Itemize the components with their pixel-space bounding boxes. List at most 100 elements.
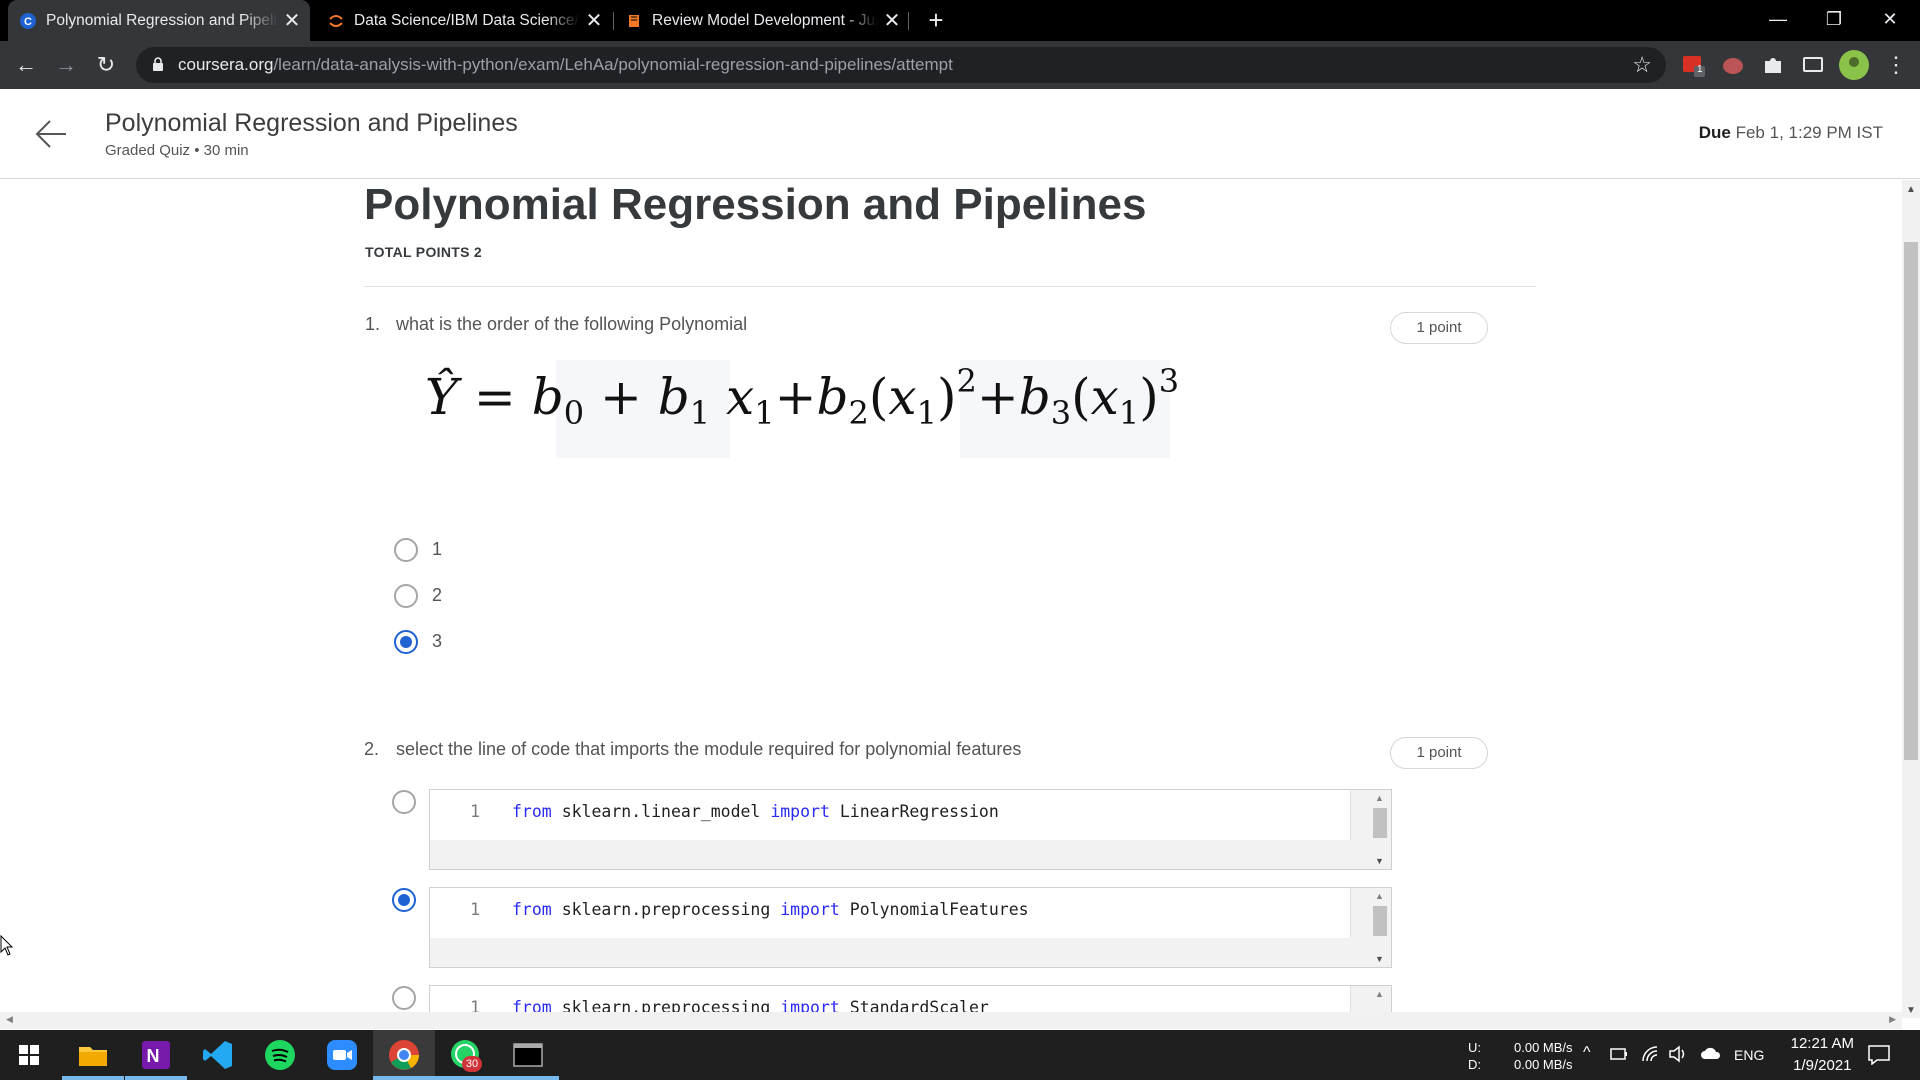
url-path: /learn/data-analysis-with-python/exam/Le… — [273, 55, 953, 74]
active-indicator — [373, 1076, 435, 1080]
question-number: 1. — [365, 314, 381, 334]
quiz-title: Polynomial Regression and Pipelines — [105, 109, 518, 137]
lock-icon — [153, 57, 163, 71]
clock-time: 12:21 AM — [1790, 1035, 1854, 1052]
due-label: Due — [1698, 123, 1731, 142]
import-name: LinearRegression — [839, 802, 999, 821]
keyword: from — [512, 900, 552, 919]
notification-icon[interactable] — [1868, 1045, 1890, 1065]
windows-taskbar: N 30 U: D: 0.00 MB/s 0.00 MB/s ^ ENG 12:… — [0, 1030, 1920, 1080]
module-name: sklearn.linear_model — [561, 802, 761, 821]
due-date: Due Feb 1, 1:29 PM IST — [1699, 123, 1883, 143]
terminal-icon[interactable] — [511, 1038, 545, 1072]
back-arrow-icon[interactable] — [34, 117, 68, 151]
svg-text:N: N — [147, 1046, 160, 1066]
vscode-icon[interactable] — [201, 1038, 235, 1072]
address-bar[interactable]: coursera.org/learn/data-analysis-with-py… — [136, 47, 1666, 83]
total-points: TOTAL POINTS 2 — [365, 244, 482, 260]
tab-jupyter[interactable]: Data Science/IBM Data Science/6 ✕ — [316, 0, 612, 41]
reload-icon[interactable]: ↻ — [90, 49, 122, 81]
tab-review[interactable]: Review Model Development - Jup ✕ — [614, 0, 910, 41]
radio-option-1[interactable] — [394, 538, 418, 562]
file-explorer-icon[interactable] — [76, 1038, 110, 1072]
active-indicator — [497, 1076, 559, 1080]
cast-icon[interactable] — [1801, 53, 1825, 77]
tab-coursera[interactable]: C Polynomial Regression and Pipeli ✕ — [8, 0, 310, 41]
jupyter-icon — [329, 14, 343, 27]
keyword: from — [512, 802, 552, 821]
active-indicator — [435, 1076, 497, 1080]
coursera-icon: C — [20, 12, 36, 29]
page-scrollbar[interactable]: ▲ ▼ — [1902, 180, 1920, 1018]
import-name: PolynomialFeatures — [849, 900, 1029, 919]
close-window-button[interactable]: ✕ — [1862, 0, 1918, 41]
back-icon[interactable]: ← — [10, 49, 42, 81]
notification-badge: 30 — [462, 1056, 482, 1072]
language-indicator[interactable]: ENG — [1734, 1047, 1764, 1063]
divider — [364, 286, 1536, 287]
radio-option-linear-regression[interactable] — [392, 790, 416, 814]
url-host: coursera.org — [178, 55, 274, 74]
new-tab-button[interactable]: + — [920, 4, 952, 36]
browser-toolbar: ← → ↻ coursera.org/learn/data-analysis-w… — [0, 41, 1920, 89]
code-scrollbar[interactable]: ▲ ▼ — [1369, 888, 1391, 967]
tab-title: Polynomial Regression and Pipeli — [46, 11, 277, 29]
wifi-icon[interactable] — [1641, 1045, 1659, 1063]
code-editor[interactable]: 1 from sklearn.preprocessing import Polyn… — [429, 887, 1392, 968]
url-text: coursera.org/learn/data-analysis-with-py… — [178, 55, 953, 75]
radio-option-polynomial-features[interactable] — [392, 888, 416, 912]
puzzle-icon[interactable] — [1761, 53, 1785, 77]
code-area: 1 from sklearn.linear_model import Linear… — [430, 790, 1351, 840]
spotify-icon[interactable] — [263, 1038, 297, 1072]
minimize-button[interactable]: — — [1750, 0, 1806, 41]
menu-icon[interactable]: ⋮ — [1880, 49, 1912, 81]
clock[interactable]: 12:21 AM 1/9/2021 — [1791, 1033, 1854, 1077]
close-icon[interactable]: ✕ — [278, 8, 306, 33]
radio-option-3[interactable] — [394, 630, 418, 654]
restore-button[interactable]: ❐ — [1806, 0, 1862, 41]
zoom-icon[interactable] — [325, 1038, 359, 1072]
close-icon[interactable]: ✕ — [878, 8, 906, 33]
tab-separator — [908, 12, 909, 30]
tab-title: Review Model Development - Jup — [652, 11, 878, 29]
line-number: 1 — [470, 900, 480, 919]
chrome-icon[interactable] — [387, 1038, 421, 1072]
star-icon[interactable]: ☆ — [1632, 52, 1652, 78]
windows-start-icon[interactable] — [19, 1045, 39, 1065]
module-name: sklearn.preprocessing — [561, 900, 771, 919]
volume-icon[interactable] — [1668, 1045, 1688, 1063]
forward-icon[interactable]: → — [50, 49, 82, 81]
extension-icon[interactable]: 1 — [1681, 53, 1705, 77]
book-icon — [629, 14, 639, 27]
svg-text:C: C — [24, 16, 32, 28]
question-number: 2. — [364, 739, 380, 759]
avatar[interactable] — [1839, 50, 1869, 80]
net-up-label: U: — [1468, 1040, 1481, 1055]
scrollbar-thumb[interactable] — [1904, 242, 1918, 760]
question-text: what is the order of the following Polyn… — [396, 314, 748, 334]
browser-tab-strip: C Polynomial Regression and Pipeli ✕ Dat… — [0, 0, 1920, 41]
onedrive-icon[interactable] — [1700, 1045, 1722, 1061]
chevron-up-icon[interactable]: ^ — [1583, 1044, 1591, 1062]
active-indicator — [125, 1076, 187, 1080]
quiz-header: Polynomial Regression and Pipelines Grad… — [0, 89, 1920, 179]
tab-title: Data Science/IBM Data Science/6 — [354, 11, 580, 29]
code-line: 1 from sklearn.preprocessing import Polyn… — [430, 900, 1029, 919]
active-indicator — [62, 1076, 124, 1080]
page-title: Polynomial Regression and Pipelines — [364, 180, 1147, 229]
extension-icon[interactable] — [1721, 53, 1745, 77]
radio-option-standard-scaler[interactable] — [392, 986, 416, 1010]
due-value: Feb 1, 1:29 PM IST — [1735, 123, 1883, 142]
net-down-label: D: — [1468, 1057, 1481, 1072]
battery-icon[interactable] — [1610, 1048, 1628, 1060]
horizontal-scrollbar[interactable]: ◀ ▶ — [0, 1012, 1902, 1029]
onenote-icon[interactable]: N — [139, 1038, 173, 1072]
close-icon[interactable]: ✕ — [580, 8, 608, 33]
mouse-cursor-icon — [0, 935, 14, 956]
code-editor[interactable]: 1 from sklearn.linear_model import Linear… — [429, 789, 1392, 870]
keyword: import — [780, 900, 840, 919]
option-label: 1 — [432, 539, 443, 559]
code-scrollbar[interactable]: ▲ ▼ — [1369, 790, 1391, 869]
option-label: 2 — [432, 585, 443, 605]
radio-option-2[interactable] — [394, 584, 418, 608]
